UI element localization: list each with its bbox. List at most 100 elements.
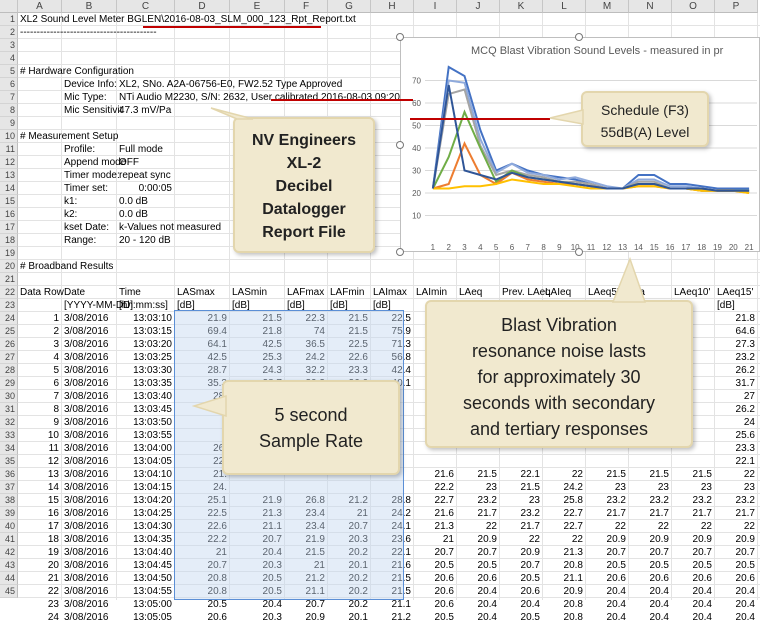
cell[interactable]: Mic Sensitivit (64, 104, 122, 117)
column-header[interactable]: N (629, 0, 672, 13)
cell[interactable]: 13:04:30 (117, 520, 172, 533)
cell[interactable]: 20.5 (457, 559, 497, 572)
row-header[interactable]: 41 (0, 533, 18, 546)
cell[interactable]: 3/08/2016 (64, 546, 109, 559)
cell[interactable]: LASmin (232, 286, 267, 299)
cell[interactable]: 20.4 (672, 611, 712, 624)
cell[interactable]: 20.9 (629, 533, 669, 546)
cell[interactable]: 20 (18, 559, 59, 572)
column-header[interactable]: P (715, 0, 758, 13)
cell[interactable]: 13:04:10 (117, 468, 172, 481)
cell[interactable]: 13:04:05 (117, 455, 172, 468)
cell[interactable]: 21.3 (414, 520, 454, 533)
cell[interactable]: 21.5 (672, 468, 712, 481)
cell[interactable]: 12 (18, 455, 59, 468)
cell[interactable]: 22.7 (543, 520, 583, 533)
column-header[interactable]: D (175, 0, 230, 13)
cell[interactable]: 13:04:20 (117, 494, 172, 507)
row-header[interactable]: 7 (0, 91, 18, 104)
cell[interactable]: 3 (18, 338, 59, 351)
cell[interactable]: 20.6 (629, 572, 669, 585)
cell[interactable]: LAImax (373, 286, 407, 299)
cell[interactable]: Append mode (64, 156, 126, 169)
cell[interactable]: 20.4 (629, 585, 669, 598)
cell[interactable]: 20.7 (715, 546, 755, 559)
cell[interactable]: 20.9 (457, 533, 497, 546)
cell[interactable]: 3/08/2016 (64, 572, 109, 585)
cell[interactable]: 4 (18, 351, 59, 364)
cell[interactable]: 22.2 (414, 481, 454, 494)
cell[interactable]: 3/08/2016 (64, 520, 109, 533)
cell[interactable]: 20 - 120 dB (119, 234, 171, 247)
cell[interactable]: 3/08/2016 (64, 338, 109, 351)
cell[interactable]: 21.5 (500, 481, 540, 494)
cell[interactable]: [dB] (717, 299, 735, 312)
cell[interactable]: 13:03:40 (117, 390, 172, 403)
column-header[interactable]: J (457, 0, 500, 13)
row-header[interactable]: 23 (0, 299, 18, 312)
row-header[interactable]: 17 (0, 221, 18, 234)
cell[interactable]: LAeq15' (717, 286, 753, 299)
cell[interactable]: 0.0 dB (119, 195, 148, 208)
cell[interactable]: # Hardware Configuration (20, 65, 134, 78)
chart-resize-handle[interactable] (396, 33, 404, 41)
cell[interactable]: 23.2 (500, 507, 540, 520)
row-header[interactable]: 35 (0, 455, 18, 468)
row-header[interactable]: 38 (0, 494, 18, 507)
column-header[interactable]: H (371, 0, 414, 13)
cell[interactable]: 22 (18, 585, 59, 598)
cell[interactable]: 3/08/2016 (64, 325, 109, 338)
cell[interactable]: 13 (18, 468, 59, 481)
cell[interactable]: 25.6 (715, 429, 755, 442)
row-header[interactable]: 19 (0, 247, 18, 260)
cell[interactable]: 26.2 (715, 364, 755, 377)
row-header[interactable]: 11 (0, 143, 18, 156)
cell[interactable]: 13:04:45 (117, 559, 172, 572)
row-header[interactable]: 26 (0, 338, 18, 351)
cell[interactable]: 21.7 (586, 507, 626, 520)
cell[interactable]: 13:04:35 (117, 533, 172, 546)
cell[interactable]: 18 (18, 533, 59, 546)
cell[interactable]: 20.6 (414, 572, 454, 585)
cell[interactable]: 9 (18, 416, 59, 429)
chart-resize-handle[interactable] (575, 248, 583, 256)
cell[interactable]: 20.4 (457, 585, 497, 598)
cell[interactable]: 21.7 (457, 507, 497, 520)
cell[interactable]: 13:03:35 (117, 377, 172, 390)
cell[interactable]: 22 (543, 468, 583, 481)
cell[interactable]: 23.3 (715, 442, 755, 455)
cell[interactable]: [hh:mm:ss] (119, 299, 168, 312)
row-header[interactable]: 40 (0, 520, 18, 533)
cell[interactable]: 13:03:45 (117, 403, 172, 416)
chart-resize-handle[interactable] (396, 248, 404, 256)
cell[interactable]: 20.3 (230, 611, 282, 624)
column-header[interactable]: L (543, 0, 586, 13)
cell[interactable]: 20.5 (586, 559, 626, 572)
row-header[interactable]: 24 (0, 312, 18, 325)
cell[interactable]: 3/08/2016 (64, 559, 109, 572)
cell[interactable]: 22.7 (414, 494, 454, 507)
cell[interactable]: 3/08/2016 (64, 585, 109, 598)
column-header[interactable]: F (285, 0, 328, 13)
row-header[interactable]: 13 (0, 169, 18, 182)
cell[interactable]: 13:04:15 (117, 481, 172, 494)
row-header[interactable]: 10 (0, 130, 18, 143)
cell[interactable]: 0.0 dB (119, 208, 148, 221)
cell[interactable]: 0:00:05 (117, 182, 172, 195)
column-header[interactable]: G (328, 0, 371, 13)
cell[interactable]: NTi Audio M2230, S/N: 2632, User calibra… (119, 91, 400, 104)
cell[interactable]: 15 (18, 494, 59, 507)
cell[interactable]: 13:03:25 (117, 351, 172, 364)
cell[interactable]: 6 (18, 377, 59, 390)
cell[interactable]: 20.6 (414, 585, 454, 598)
cell[interactable]: 20.5 (715, 559, 755, 572)
cell[interactable]: 20.5 (629, 559, 669, 572)
cell[interactable]: 23 (672, 481, 712, 494)
cell[interactable]: 22 (586, 520, 626, 533)
cell[interactable]: 21 (18, 572, 59, 585)
cell[interactable]: 20.5 (414, 611, 454, 624)
column-header[interactable]: E (230, 0, 285, 13)
cell[interactable]: 1 (18, 312, 59, 325)
cell[interactable]: 20.7 (629, 546, 669, 559)
cell[interactable]: 23.2 (586, 494, 626, 507)
